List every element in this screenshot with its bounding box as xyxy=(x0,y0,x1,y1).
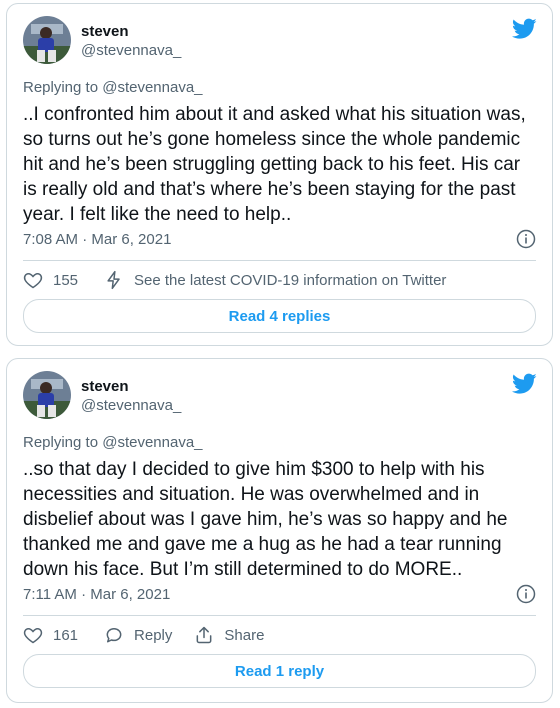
reply-label: Reply xyxy=(134,626,173,644)
tweet-card: steven @stevennava_ Replying to @stevenn… xyxy=(6,358,553,703)
like-button[interactable]: 155 xyxy=(23,270,78,290)
info-icon[interactable] xyxy=(516,229,536,249)
author-handle[interactable]: @stevennava_ xyxy=(81,42,181,59)
tweet-actions: 161 Reply Share xyxy=(23,622,536,648)
reply-bubble-icon xyxy=(106,628,122,643)
like-button[interactable]: 161 xyxy=(23,625,78,645)
read-replies-button[interactable]: Read 4 replies xyxy=(23,299,536,333)
author-name[interactable]: steven xyxy=(81,378,129,395)
like-count: 161 xyxy=(53,626,79,644)
share-button[interactable]: Share xyxy=(194,625,264,645)
read-replies-button[interactable]: Read 1 reply xyxy=(23,654,536,688)
author-handle[interactable]: @stevennava_ xyxy=(81,397,181,414)
avatar[interactable] xyxy=(23,371,71,419)
covid-info-link[interactable]: See the latest COVID-19 information on T… xyxy=(104,270,446,290)
divider xyxy=(23,615,536,616)
heart-icon xyxy=(23,627,43,644)
like-count: 155 xyxy=(53,271,79,289)
reply-button[interactable]: Reply xyxy=(104,625,172,645)
lightning-icon xyxy=(107,270,120,290)
tweet-timestamp[interactable]: 7:11 AM · Mar 6, 2021 xyxy=(23,586,170,603)
info-icon[interactable] xyxy=(516,584,536,604)
tweet-text: ..so that day I decided to give him $300… xyxy=(23,459,508,580)
covid-info-label: See the latest COVID-19 information on T… xyxy=(134,271,447,289)
tweet-timestamp[interactable]: 7:08 AM · Mar 6, 2021 xyxy=(23,231,171,248)
twitter-bird-icon[interactable] xyxy=(512,373,537,395)
twitter-bird-icon[interactable] xyxy=(512,18,537,40)
author-name[interactable]: steven xyxy=(81,23,129,40)
replying-to[interactable]: Replying to @stevennava_ xyxy=(23,79,203,96)
share-label: Share xyxy=(224,626,265,644)
tweet-card: steven @stevennava_ Replying to @stevenn… xyxy=(6,3,553,346)
avatar[interactable] xyxy=(23,16,71,64)
divider xyxy=(23,260,536,261)
tweet-text: ..I confronted him about it and asked wh… xyxy=(23,104,526,225)
heart-icon xyxy=(23,272,43,289)
share-icon xyxy=(196,626,212,644)
tweet-actions: 155 See the latest COVID-19 information … xyxy=(23,267,536,293)
replying-to[interactable]: Replying to @stevennava_ xyxy=(23,434,203,451)
